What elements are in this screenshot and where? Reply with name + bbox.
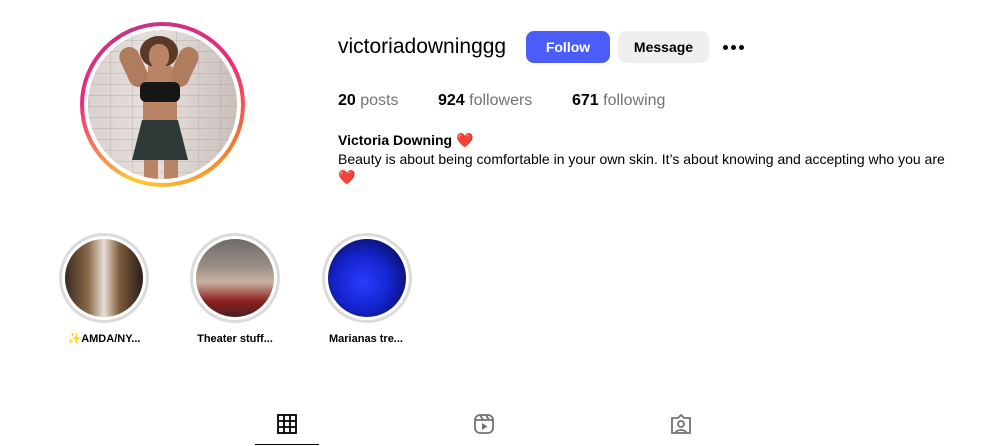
highlight-label[interactable]: ✨AMDA/NY...	[49, 332, 159, 346]
avatar-photo	[88, 30, 237, 179]
tagged-icon	[671, 413, 691, 434]
full-name-text: Victoria Downing	[338, 132, 453, 148]
profile-avatar[interactable]	[80, 22, 245, 187]
followers-label: followers	[469, 92, 533, 109]
posts-label: posts	[360, 92, 399, 109]
followers-stat[interactable]: 924 followers	[438, 91, 532, 111]
bio-line: Beauty is about being comfortable in you…	[338, 151, 945, 167]
bio-heart-emoji: ❤️	[338, 169, 356, 185]
tab-reels[interactable]	[472, 412, 496, 436]
following-count: 671	[572, 92, 599, 109]
heart-emoji: ❤️	[455, 132, 474, 148]
followers-count: 924	[438, 92, 465, 109]
active-tab-indicator	[255, 444, 319, 445]
following-label: following	[603, 92, 666, 109]
message-button[interactable]: Message	[618, 31, 709, 63]
profile-full-name: Victoria Downing ❤️	[338, 131, 473, 149]
highlight-marianas[interactable]	[322, 233, 412, 323]
reels-icon	[474, 414, 494, 434]
highlight-amda[interactable]	[59, 233, 149, 323]
posts-count: 20	[338, 92, 356, 109]
more-options-icon[interactable]	[720, 37, 746, 57]
profile-bio: Beauty is about being comfortable in you…	[338, 150, 968, 186]
follow-button[interactable]: Follow	[526, 31, 610, 63]
tab-posts[interactable]	[275, 412, 299, 436]
highlight-cover	[196, 239, 274, 317]
highlight-label[interactable]: Marianas tre...	[311, 332, 421, 346]
highlight-label[interactable]: Theater stuff...	[180, 332, 290, 346]
posts-stat: 20 posts	[338, 91, 399, 111]
following-stat[interactable]: 671 following	[572, 91, 665, 111]
highlight-theater[interactable]	[190, 233, 280, 323]
highlight-cover	[328, 239, 406, 317]
highlight-cover	[65, 239, 143, 317]
profile-username: victoriadowninggg	[338, 35, 507, 58]
grid-icon	[277, 414, 297, 434]
tab-tagged[interactable]	[669, 412, 693, 436]
